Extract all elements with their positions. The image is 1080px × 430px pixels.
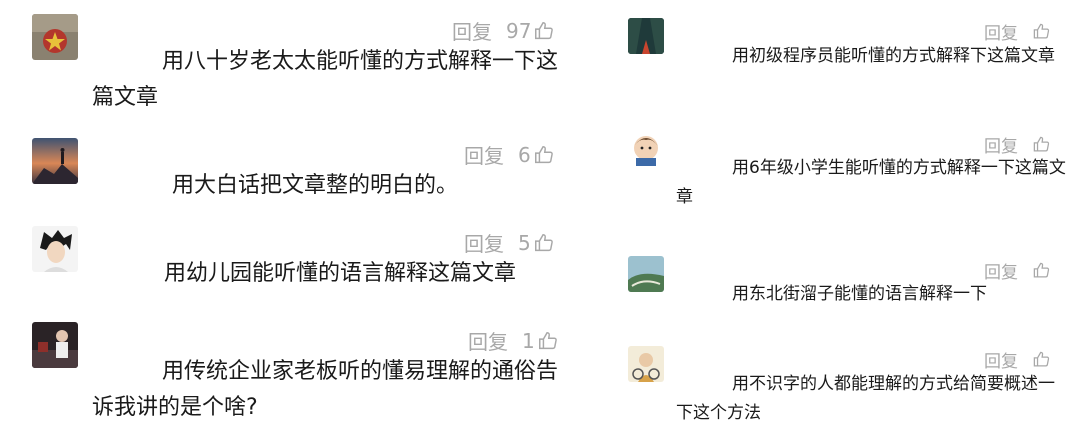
comment-column-left: 回复 97 用八十岁老太太能听懂的方式解释一下这篇文章 回复 6 用大白话把文章… <box>0 0 600 430</box>
like-count: 1 <box>522 328 535 353</box>
comment-text: 用东北街溜子能懂的语言解释一下 <box>732 284 987 304</box>
thumbs-up-icon[interactable] <box>537 330 559 352</box>
avatar[interactable] <box>32 226 78 272</box>
comment-text: 用大白话把文章整的明白的。 <box>172 173 459 198</box>
comment-text: 用初级程序员能听懂的方式解释下这篇文章 <box>732 46 1055 66</box>
thumbs-up-icon[interactable] <box>533 20 555 42</box>
avatar[interactable] <box>32 138 78 184</box>
like-count: 6 <box>518 142 531 167</box>
avatar[interactable] <box>628 130 664 166</box>
comment-actions: 回复 97 <box>452 16 555 45</box>
comment-actions: 回复 <box>984 19 1051 44</box>
comment-text: 用八十岁老太太能听懂的方式解释一下这篇文章 <box>92 49 559 110</box>
comment-text: 用传统企业家老板听的懂易理解的通俗告诉我讲的是个啥? <box>92 359 559 420</box>
comment-actions: 回复 <box>984 347 1051 372</box>
thumbs-up-icon[interactable] <box>1032 261 1051 280</box>
comment-actions: 回复 1 <box>468 326 559 355</box>
comment-text: 用幼儿园能听懂的语言解释这篇文章 <box>164 261 517 286</box>
reply-button[interactable]: 回复 <box>468 326 508 355</box>
comment-column-right: 回复 用初级程序员能听懂的方式解释下这篇文章 回复 用6年级小学生能听懂的方式解 <box>610 0 1080 430</box>
like-count: 97 <box>506 18 532 43</box>
thumbs-up-icon[interactable] <box>1032 22 1051 41</box>
comment-text: 用不识字的人都能理解的方式给简要概述一下这个方法 <box>676 374 1055 423</box>
thumbs-up-icon[interactable] <box>533 144 555 166</box>
reply-button[interactable]: 回复 <box>464 140 504 169</box>
comment-actions: 回复 5 <box>464 228 555 257</box>
comment-text: 用6年级小学生能听懂的方式解释一下这篇文章 <box>676 158 1066 207</box>
avatar[interactable] <box>32 322 78 368</box>
avatar[interactable] <box>628 256 664 292</box>
avatar[interactable] <box>32 14 78 60</box>
avatar[interactable] <box>628 346 664 382</box>
like-count: 5 <box>518 230 531 255</box>
thumbs-up-icon[interactable] <box>1032 135 1051 154</box>
reply-button[interactable]: 回复 <box>452 16 492 45</box>
thumbs-up-icon[interactable] <box>533 232 555 254</box>
reply-button[interactable]: 回复 <box>464 228 504 257</box>
reply-button[interactable]: 回复 <box>984 19 1018 44</box>
reply-button[interactable]: 回复 <box>984 347 1018 372</box>
avatar[interactable] <box>628 18 664 54</box>
comment-actions: 回复 6 <box>464 140 555 169</box>
thumbs-up-icon[interactable] <box>1032 350 1051 369</box>
